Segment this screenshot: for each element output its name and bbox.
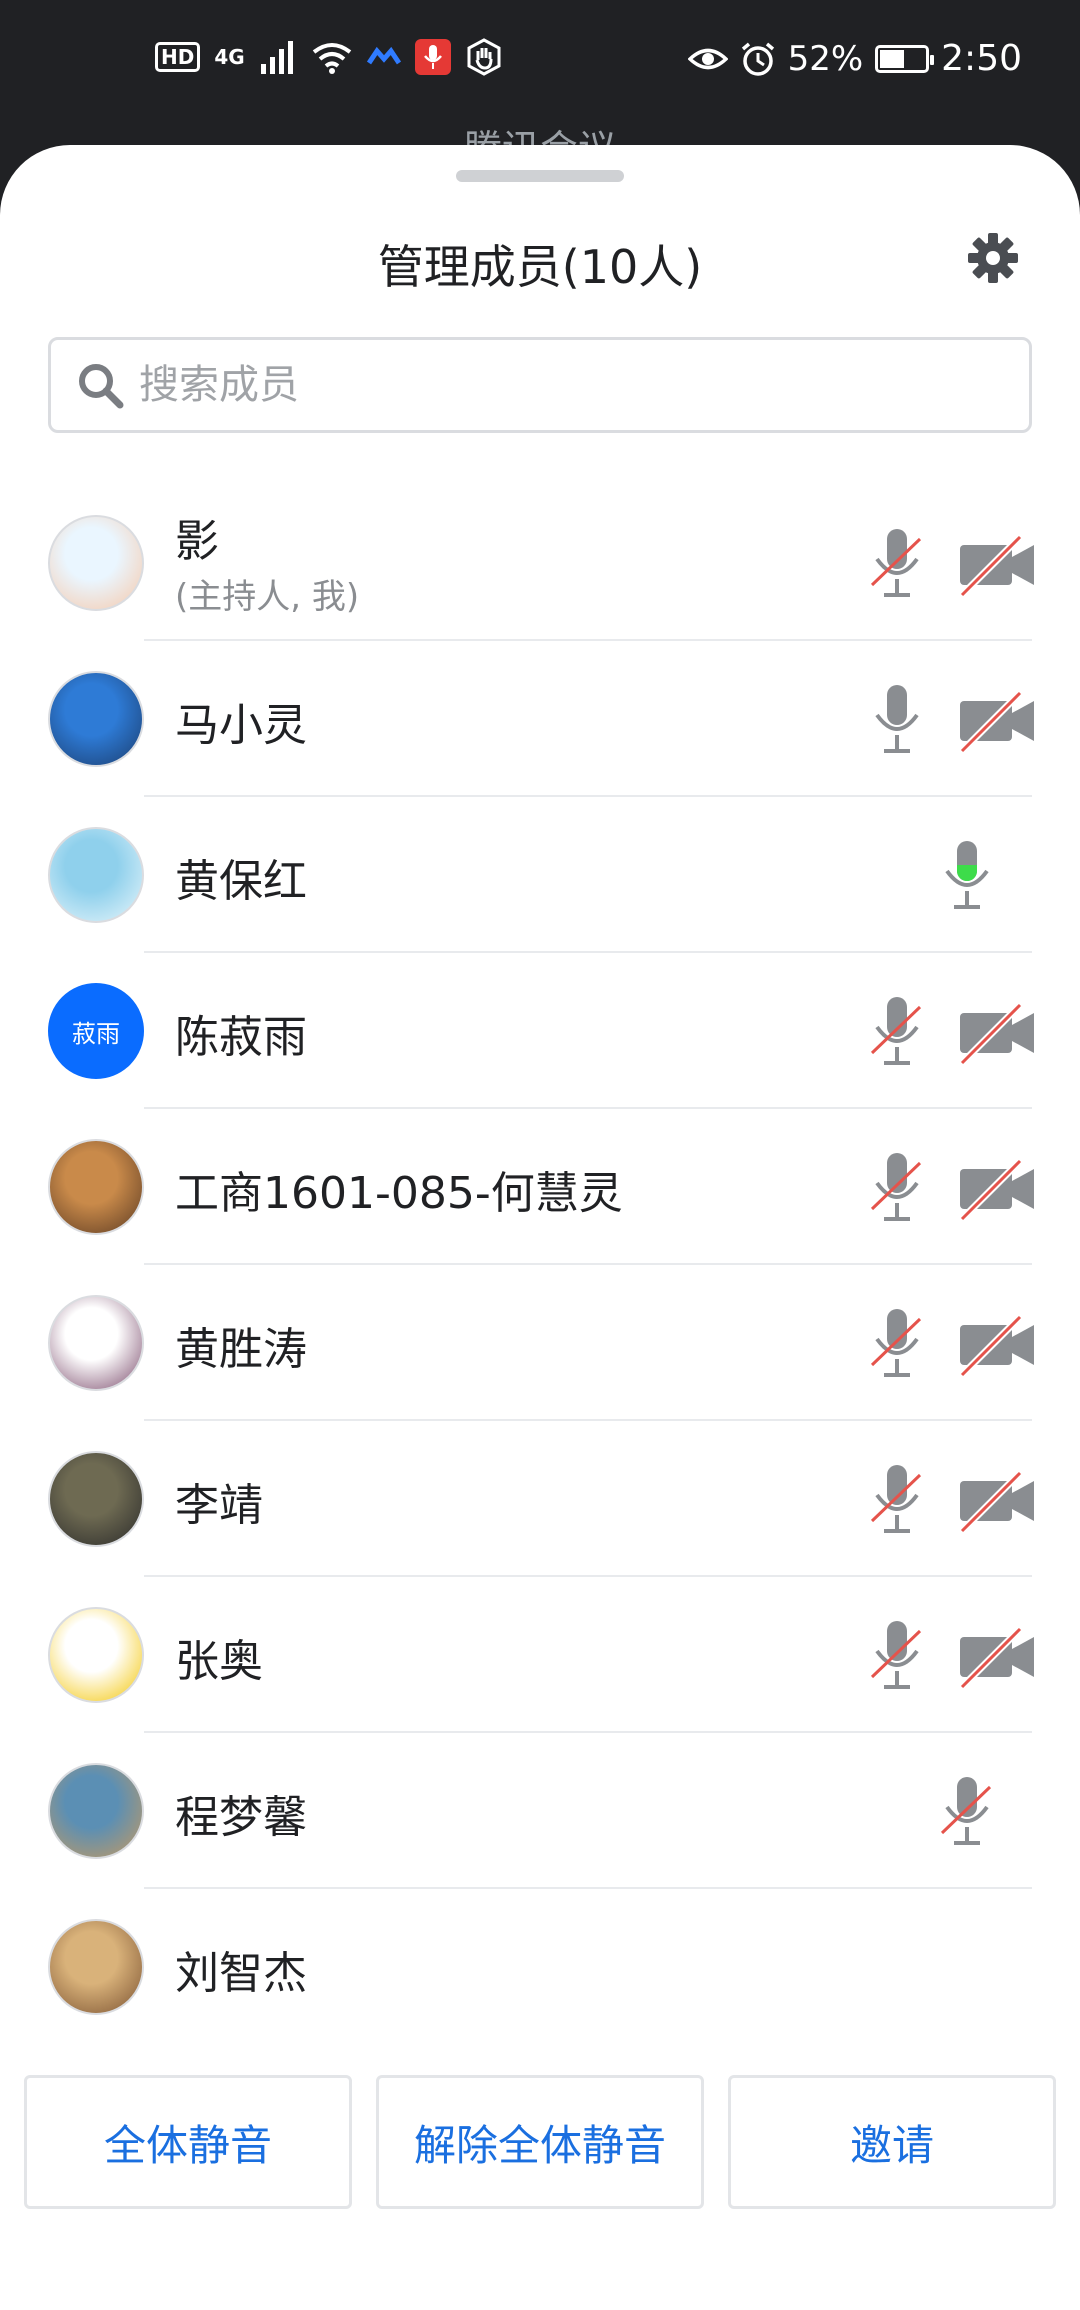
avatar: [48, 1763, 144, 1859]
eye-comfort-icon: [687, 48, 728, 69]
avatar: [48, 671, 144, 767]
camera-off-icon[interactable]: [958, 1305, 1036, 1383]
mic-active-icon[interactable]: [932, 837, 1002, 915]
signal-icon: [260, 41, 293, 74]
status-right: 52% 2:50: [687, 38, 1022, 79]
member-row[interactable]: 黄胜涛: [0, 1265, 1080, 1421]
member-row[interactable]: 影 (主持人, 我): [0, 485, 1080, 641]
hd-indicator: HD: [155, 42, 201, 72]
invite-button[interactable]: 邀请: [728, 2075, 1056, 2209]
member-name: 工商1601-085-何慧灵: [175, 1168, 623, 1219]
member-row[interactable]: 刘智杰: [0, 1889, 1080, 2045]
member-row[interactable]: 工商1601-085-何慧灵: [0, 1109, 1080, 1265]
battery-percent: 52%: [787, 38, 864, 79]
mic-muted-icon[interactable]: [932, 1773, 1002, 1851]
mic-muted-icon[interactable]: [862, 1461, 932, 1539]
settings-gear-icon[interactable]: [966, 231, 1020, 285]
member-name: 马小灵: [175, 700, 307, 751]
member-row[interactable]: 黄保红: [0, 797, 1080, 953]
member-name: 刘智杰: [175, 1948, 307, 1999]
avatar: [48, 1919, 144, 2015]
wifi-icon: [312, 43, 351, 74]
avatar: [48, 827, 144, 923]
avatar: [48, 1451, 144, 1547]
member-row[interactable]: 马小灵: [0, 641, 1080, 797]
alarm-icon: [741, 42, 774, 76]
member-row[interactable]: 李靖: [0, 1421, 1080, 1577]
battery-icon: [875, 44, 935, 73]
mic-muted-icon[interactable]: [862, 1149, 932, 1227]
camera-off-icon[interactable]: [958, 681, 1036, 759]
manage-members-sheet: 管理成员(10人) 影 (主持人, 我) 马小灵黄保红菽雨 陈菽雨工商1601-085…: [0, 145, 1080, 2310]
unmute-all-button[interactable]: 解除全体静音: [376, 2075, 704, 2209]
drag-handle[interactable]: [456, 170, 624, 182]
member-name: 李靖: [175, 1480, 263, 1531]
recording-mic-icon: [414, 39, 451, 75]
avatar: 菽雨: [48, 983, 144, 1079]
camera-off-icon[interactable]: [958, 1461, 1036, 1539]
search-icon: [79, 364, 124, 409]
mic-muted-icon[interactable]: [862, 525, 932, 603]
camera-off-icon[interactable]: [958, 1617, 1036, 1695]
member-row[interactable]: 菽雨 陈菽雨: [0, 953, 1080, 1109]
member-role: (主持人, 我): [175, 577, 360, 617]
mic-muted-icon[interactable]: [862, 993, 932, 1071]
status-bar: HD 4G 52% 2:50: [0, 0, 1080, 130]
member-list: 影 (主持人, 我) 马小灵黄保红菽雨 陈菽雨工商1601-085-何慧灵 黄胜涛李靖张…: [0, 485, 1080, 2045]
bottom-actions: 全体静音 解除全体静音 邀请: [24, 2075, 1056, 2209]
clock: 2:50: [941, 38, 1022, 79]
camera-off-icon[interactable]: [958, 525, 1036, 603]
mic-muted-icon[interactable]: [862, 1305, 932, 1383]
camera-off-icon[interactable]: [958, 1149, 1036, 1227]
status-left: HD 4G: [155, 38, 503, 76]
member-search[interactable]: [48, 337, 1032, 433]
hand-icon: [467, 38, 501, 76]
avatar-initials: 菽雨: [72, 1019, 120, 1048]
member-name: 黄胜涛: [175, 1324, 307, 1375]
meeting-app-icon: [366, 46, 401, 65]
member-row[interactable]: 程梦馨: [0, 1733, 1080, 1889]
camera-off-icon[interactable]: [958, 993, 1036, 1071]
mic-muted-icon[interactable]: [862, 1617, 932, 1695]
member-name: 陈菽雨: [175, 1012, 307, 1063]
avatar: [48, 1295, 144, 1391]
avatar: [48, 515, 144, 611]
member-row[interactable]: 张奥: [0, 1577, 1080, 1733]
member-name: 程梦馨: [175, 1792, 307, 1843]
member-name: 张奥: [175, 1636, 263, 1687]
mic-icon[interactable]: [862, 681, 932, 759]
network-type: 4G: [214, 45, 245, 69]
sheet-title: 管理成员(10人): [377, 240, 703, 294]
mute-all-button[interactable]: 全体静音: [24, 2075, 352, 2209]
member-name: 影: [175, 516, 219, 567]
member-name: 黄保红: [175, 856, 307, 907]
avatar: [48, 1607, 144, 1703]
avatar: [48, 1139, 144, 1235]
search-input[interactable]: [139, 362, 989, 408]
